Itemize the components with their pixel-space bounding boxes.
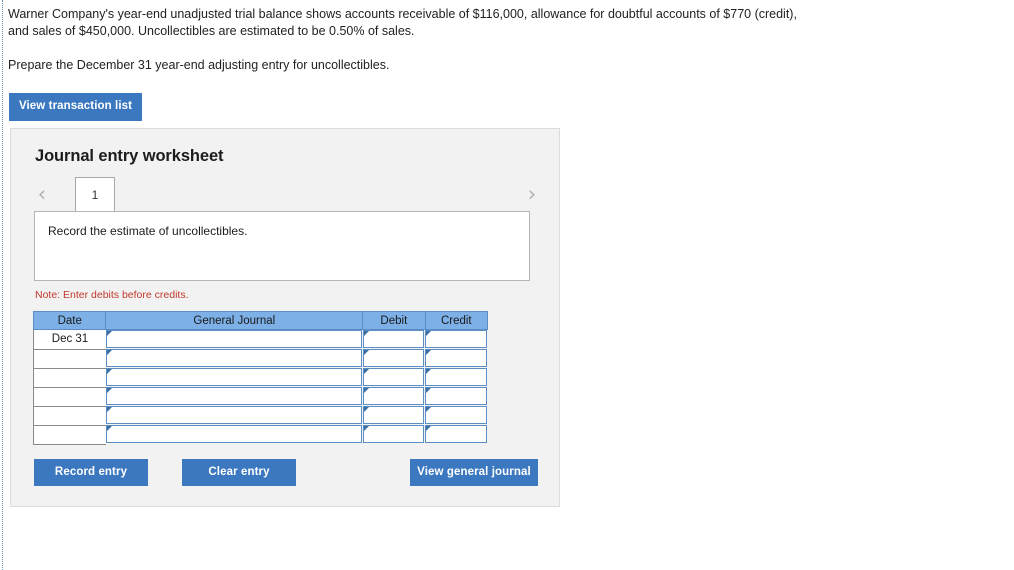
debit-input[interactable] [362,368,425,386]
date-cell[interactable] [32,367,106,388]
debits-before-credits-note: Note: Enter debits before credits. [35,289,189,301]
debit-input[interactable] [362,349,425,367]
clear-entry-button[interactable]: Clear entry [182,459,296,486]
credit-input[interactable] [425,425,487,443]
credit-cell[interactable] [425,387,487,406]
debit-cell[interactable] [362,349,425,368]
credit-input[interactable] [425,387,487,405]
table-row [32,424,488,445]
general-journal-cell[interactable] [105,368,363,387]
table-row [32,386,488,407]
credit-cell[interactable] [425,330,487,350]
general-journal-input[interactable] [105,425,362,443]
instruction-box: Record the estimate of uncollectibles. [34,211,530,281]
general-journal-cell[interactable] [105,406,363,425]
general-journal-input[interactable] [105,406,362,424]
debit-input[interactable] [362,425,425,443]
debit-input[interactable] [362,387,425,405]
table-row: Dec 31 [32,329,488,350]
problem-paragraph-2: Prepare the December 31 year-end adjusti… [8,58,390,72]
general-journal-cell[interactable] [105,330,363,350]
record-entry-button[interactable]: Record entry [34,459,148,486]
debit-cell[interactable] [362,406,425,425]
date-cell[interactable] [32,386,106,407]
debit-cell[interactable] [362,425,425,444]
chevron-right-icon[interactable]: › [521,181,543,207]
debit-cell[interactable] [362,330,425,350]
debit-cell[interactable] [362,368,425,387]
date-cell[interactable] [32,405,106,426]
table-row [32,405,488,426]
instruction-text: Record the estimate of uncollectibles. [48,224,248,238]
credit-cell[interactable] [425,368,487,387]
debit-input[interactable] [362,330,425,348]
general-journal-input[interactable] [105,368,362,386]
column-header-general-journal: General Journal [105,311,364,330]
column-header-debit: Debit [362,311,426,330]
page-edge-rule [2,0,3,570]
general-journal-input[interactable] [105,330,362,348]
credit-input[interactable] [425,406,487,424]
credit-cell[interactable] [425,425,487,444]
general-journal-cell[interactable] [105,387,363,406]
worksheet-title: Journal entry worksheet [35,147,224,165]
chevron-left-icon[interactable]: ‹ [31,181,53,207]
general-journal-cell[interactable] [105,349,363,368]
problem-statement: Warner Company's year-end unadjusted tri… [8,6,798,74]
worksheet-page-tab-1[interactable]: 1 [75,177,115,211]
date-cell[interactable] [32,348,106,369]
general-journal-input[interactable] [105,349,362,367]
credit-input[interactable] [425,349,487,367]
table-row [32,348,488,369]
journal-entry-table: Date General Journal Debit Credit Dec 31 [32,311,489,445]
credit-input[interactable] [425,368,487,386]
worksheet-pager: ‹ 1 › [31,177,543,212]
journal-entry-worksheet-panel: Journal entry worksheet ‹ 1 › Record the… [10,128,560,507]
problem-paragraph-1: Warner Company's year-end unadjusted tri… [8,7,797,38]
view-transaction-list-button[interactable]: View transaction list [9,93,142,121]
credit-cell[interactable] [425,349,487,368]
date-cell[interactable] [32,424,106,445]
general-journal-cell[interactable] [105,425,363,444]
view-general-journal-button[interactable]: View general journal [410,459,538,486]
credit-input[interactable] [425,330,487,348]
column-header-date: Date [32,311,107,330]
general-journal-input[interactable] [105,387,362,405]
credit-cell[interactable] [425,406,487,425]
debit-input[interactable] [362,406,425,424]
debit-cell[interactable] [362,387,425,406]
table-row [32,367,488,388]
table-header-row: Date General Journal Debit Credit [32,311,489,330]
column-header-credit: Credit [424,311,489,330]
date-cell[interactable]: Dec 31 [32,329,106,350]
